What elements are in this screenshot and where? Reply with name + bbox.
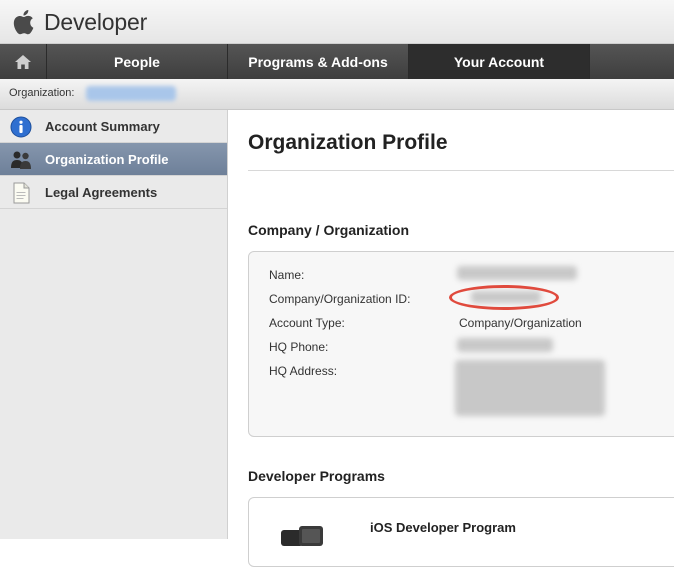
field-hq-phone-label: HQ Phone: — [269, 340, 329, 354]
people-icon — [11, 151, 31, 169]
sidebar-item-legal-agreements[interactable]: Legal Agreements — [0, 176, 227, 209]
name-value-redacted — [457, 266, 577, 280]
main-nav: People Programs & Add-ons Your Account — [0, 44, 674, 79]
field-name-label: Name: — [269, 268, 305, 282]
sidebar-item-label: Organization Profile — [45, 152, 169, 167]
global-header: Developer — [0, 0, 674, 44]
organization-label: Organization: — [9, 87, 75, 99]
account-type-value: Company/Organization — [459, 316, 582, 330]
programs-box: iOS Developer Program — [248, 497, 674, 567]
title-divider — [248, 170, 674, 171]
apple-logo-icon[interactable] — [12, 9, 34, 35]
ios-device-icon — [281, 526, 323, 546]
sidebar-item-account-summary[interactable]: Account Summary — [0, 110, 227, 143]
tab-programs-addons[interactable]: Programs & Add-ons — [228, 44, 409, 79]
organization-bar: Organization: — [0, 79, 674, 110]
sidebar-item-organization-profile[interactable]: Organization Profile — [0, 143, 227, 176]
tab-your-account[interactable]: Your Account — [409, 44, 590, 79]
field-hq-address-label: HQ Address: — [269, 364, 338, 378]
field-org-id-label: Company/Organization ID: — [269, 292, 411, 306]
sidebar-item-label: Account Summary — [45, 119, 160, 134]
document-icon — [13, 182, 30, 204]
company-info-box: Name: Company/Organization ID: Account T… — [248, 251, 674, 437]
field-account-type-label: Account Type: — [269, 316, 345, 330]
programs-section-title: Developer Programs — [248, 468, 385, 484]
brand-title[interactable]: Developer — [44, 9, 147, 36]
sidebar: Account Summary Organization Profile Leg… — [0, 110, 228, 539]
organization-name-redacted[interactable] — [86, 86, 176, 101]
hq-phone-value-redacted — [457, 338, 553, 352]
main-content: Organization Profile Company / Organizat… — [229, 110, 674, 567]
company-section-title: Company / Organization — [248, 222, 410, 238]
sidebar-item-label: Legal Agreements — [45, 185, 158, 200]
highlight-ring — [449, 285, 559, 310]
page-title: Organization Profile — [248, 131, 448, 154]
home-icon — [15, 54, 31, 69]
hq-address-value-redacted — [455, 360, 605, 416]
program-ios-developer[interactable]: iOS Developer Program — [370, 520, 516, 535]
info-icon — [10, 116, 32, 138]
home-button[interactable] — [0, 44, 47, 79]
tab-people[interactable]: People — [47, 44, 228, 79]
